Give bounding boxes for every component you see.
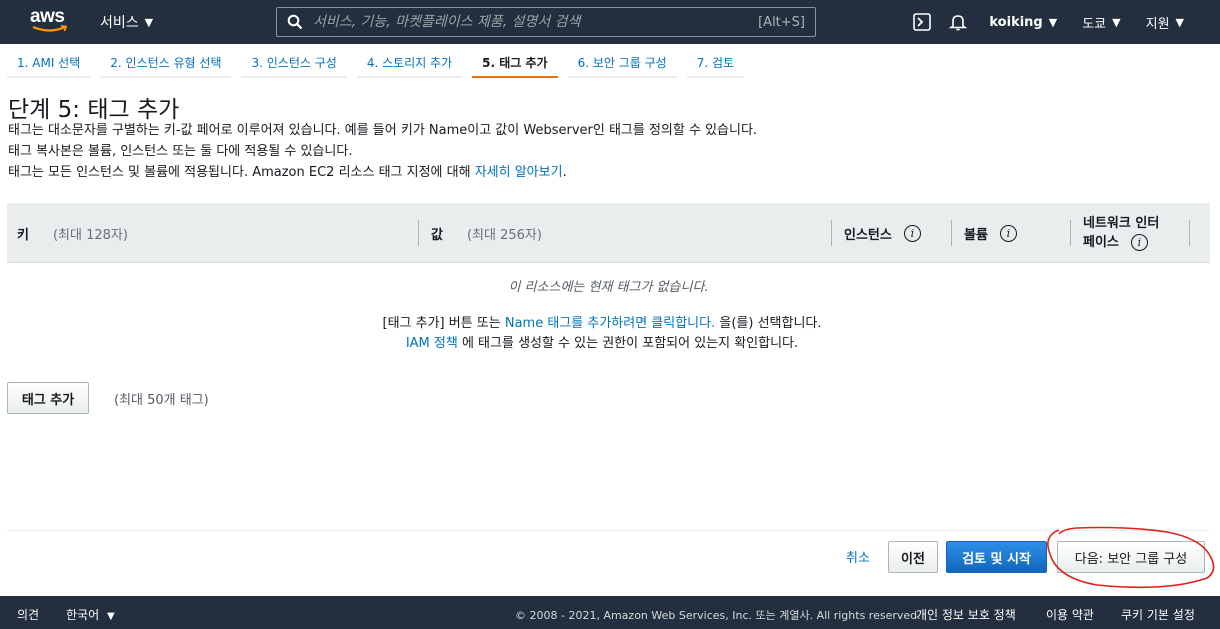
info-icon[interactable]: i (903, 224, 921, 242)
help-line-2-text: 에 태그를 생성할 수 있는 권한이 포함되어 있는지 확인합니다. (457, 336, 799, 351)
key-column-label: 키 (17, 227, 29, 243)
column-divider (831, 220, 832, 246)
aws-logo-text: aws (30, 6, 65, 27)
value-column-hint: (최대 256자) (466, 227, 542, 243)
description-line-2: 태그 복사본은 볼륨, 인스턴스 또는 둘 다에 적용될 수 있습니다. (8, 144, 353, 159)
max-tags-hint: (최대 50개 태그) (114, 393, 209, 408)
aws-logo[interactable]: aws (30, 6, 70, 36)
terms-link[interactable]: 이용 약관 (1046, 606, 1094, 623)
step-add-storage[interactable]: 4. 스토리지 추가 (356, 48, 463, 78)
help-line-1-end: 을(를) 선택합니다. (715, 316, 822, 331)
empty-tags-message: 이 리소스에는 현재 태그가 없습니다. (508, 280, 709, 295)
instances-column-label: 인스턴스 (844, 227, 892, 243)
search-bar[interactable]: [Alt+S] (276, 7, 816, 37)
add-name-tag-link[interactable]: Name 태그를 추가하려면 클릭합니다. (505, 316, 715, 331)
learn-more-link[interactable]: 자세히 알아보기 (475, 165, 563, 180)
tag-table-header: 키 (최대 128자) 값 (최대 256자) 인스턴스 i 볼륨 i 네트워크… (7, 203, 1210, 263)
services-menu[interactable]: 서비스 ▼ (100, 12, 153, 32)
bottom-bar: 의견 한국어 ▼ © 2008 - 2021, Amazon Web Servi… (0, 596, 1220, 629)
description-line-3-end: . (562, 165, 567, 180)
network-column-label-line-2: 페이스 (1083, 235, 1119, 250)
language-selector[interactable]: 한국어 ▼ (66, 606, 115, 623)
value-column-header: 값 (최대 256자) (431, 203, 542, 263)
feedback-link[interactable]: 의견 (17, 606, 39, 623)
top-nav: aws 서비스 ▼ [Alt+S] koiking ▼ 도쿄 (0, 0, 1220, 44)
description-line-3-text: 태그는 모든 인스턴스 및 볼륨에 적용됩니다. Amazon EC2 리소스 … (8, 165, 475, 180)
column-divider (418, 220, 419, 246)
help-line-2: IAM 정책 에 태그를 생성할 수 있는 권한이 포함되어 있는지 확인합니다… (7, 332, 1197, 351)
network-interfaces-column-header: 네트워크 인터 페이스 i (1083, 203, 1159, 263)
column-divider (951, 220, 952, 246)
cookie-preferences-link[interactable]: 쿠키 기본 설정 (1121, 606, 1195, 623)
key-column-header: 키 (최대 128자) (17, 203, 128, 263)
volumes-column-header: 볼륨 i (964, 203, 1017, 263)
description-line-3: 태그는 모든 인스턴스 및 볼륨에 적용됩니다. Amazon EC2 리소스 … (8, 162, 757, 183)
region-menu[interactable]: 도쿄 ▼ (1082, 13, 1120, 32)
page-title: 단계 5: 태그 추가 (8, 97, 180, 123)
step-ami[interactable]: 1. AMI 선택 (7, 48, 91, 78)
search-input[interactable] (303, 14, 759, 30)
divider (7, 530, 1210, 531)
search-icon (287, 14, 303, 30)
caret-down-icon: ▼ (1112, 15, 1121, 29)
caret-down-icon: ▼ (106, 611, 115, 622)
help-line-1: [태그 추가] 버튼 또는 Name 태그를 추가하려면 클릭합니다. 을(를)… (7, 312, 1197, 331)
page-description: 태그는 대소문자를 구별하는 키-값 페어로 이루어져 있습니다. 예를 들어 … (8, 120, 757, 183)
account-name: koiking (989, 14, 1043, 30)
aws-smile-icon (32, 25, 68, 32)
privacy-policy-link[interactable]: 개인 정보 보호 정책 (916, 606, 1016, 623)
caret-down-icon: ▼ (1175, 15, 1184, 29)
help-line-1-text: [태그 추가] 버튼 또는 (382, 316, 505, 331)
value-column-label: 값 (431, 227, 443, 243)
account-menu[interactable]: koiking ▼ (989, 15, 1057, 30)
wizard-steps: 1. AMI 선택 2. 인스턴스 유형 선택 3. 인스턴스 구성 4. 스토… (7, 48, 754, 78)
step-instance-type[interactable]: 2. 인스턴스 유형 선택 (100, 48, 232, 78)
network-column-label-row: 페이스 i (1083, 233, 1148, 252)
step-security-group[interactable]: 6. 보안 그룹 구성 (567, 48, 677, 78)
column-divider (1070, 220, 1071, 246)
network-column-label-line-1: 네트워크 인터 (1083, 216, 1160, 231)
support-menu[interactable]: 지원 ▼ (1146, 13, 1184, 32)
top-right-nav: koiking ▼ 도쿄 ▼ 지원 ▼ (913, 0, 1220, 44)
key-column-hint: (최대 128자) (52, 227, 128, 243)
description-line-1: 태그는 대소문자를 구별하는 키-값 페어로 이루어져 있습니다. 예를 들어 … (8, 123, 758, 138)
iam-policy-link[interactable]: IAM 정책 (406, 336, 458, 351)
caret-down-icon: ▼ (144, 15, 154, 29)
previous-button[interactable]: 이전 (888, 541, 938, 573)
volumes-column-label: 볼륨 (964, 227, 988, 243)
step-review[interactable]: 7. 검토 (686, 48, 745, 78)
review-and-launch-button[interactable]: 검토 및 시작 (946, 541, 1047, 573)
instances-column-header: 인스턴스 i (844, 203, 921, 263)
services-label: 서비스 (100, 15, 139, 31)
language-label: 한국어 (66, 608, 100, 622)
search-shortcut: [Alt+S] (758, 14, 805, 30)
step-add-tags[interactable]: 5. 태그 추가 (472, 48, 558, 78)
column-divider (1189, 220, 1190, 246)
info-icon[interactable]: i (999, 224, 1017, 242)
region-name: 도쿄 (1082, 16, 1107, 32)
caret-down-icon: ▼ (1048, 15, 1058, 29)
cloudshell-icon[interactable] (913, 13, 932, 31)
notifications-bell-icon[interactable] (949, 13, 968, 31)
add-tag-button[interactable]: 태그 추가 (7, 382, 89, 414)
support-label: 지원 (1145, 16, 1170, 32)
red-annotation-circle (1047, 526, 1215, 589)
info-icon[interactable]: i (1130, 234, 1148, 251)
copyright-text: © 2008 - 2021, Amazon Web Services, Inc.… (515, 609, 921, 622)
step-configure-instance[interactable]: 3. 인스턴스 구성 (241, 48, 347, 78)
cancel-link[interactable]: 취소 (846, 547, 870, 566)
